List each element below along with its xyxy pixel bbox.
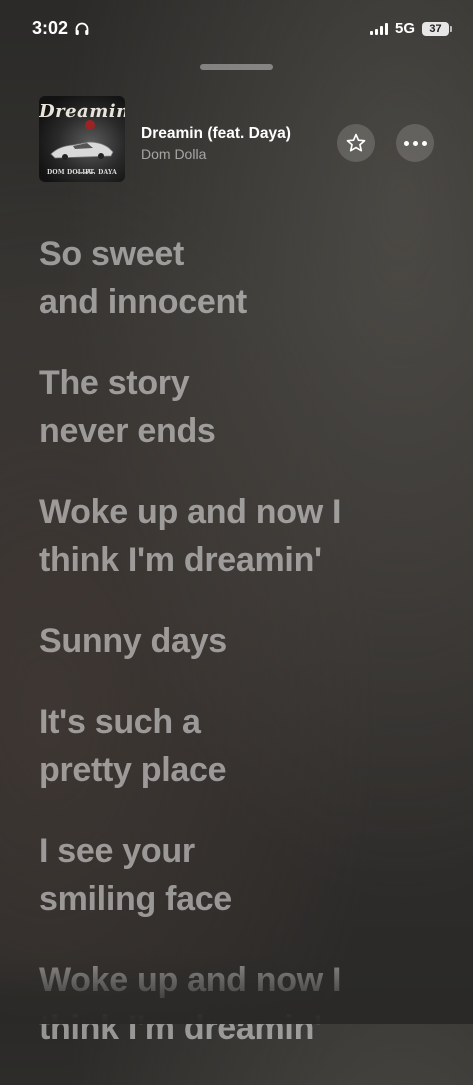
- battery-icon: 37: [422, 21, 452, 36]
- album-artwork[interactable]: Dreamin DOM DOLLA FT. DAYA: [39, 96, 125, 182]
- now-playing-header: Dreamin DOM DOLLA FT. DAYA Dreamin (feat…: [39, 96, 435, 182]
- album-art-feat: FT. DAYA: [85, 169, 117, 176]
- track-artist: Dom Dolla: [141, 146, 207, 162]
- lyric-line[interactable]: The story never ends: [39, 359, 453, 455]
- album-art-moon: [85, 120, 95, 130]
- track-info[interactable]: Dreamin (feat. Daya) Dom Dolla: [141, 125, 291, 162]
- lyric-line[interactable]: It's such a pretty place: [39, 698, 453, 794]
- lyric-line[interactable]: Woke up and now I think I'm dreamin': [39, 488, 453, 584]
- lyric-line[interactable]: So sweet and innocent: [39, 230, 453, 326]
- status-time-group: 3:02: [32, 18, 90, 39]
- status-time: 3:02: [32, 18, 69, 38]
- sheet-grabber[interactable]: [200, 64, 273, 70]
- signal-icon: [369, 22, 388, 35]
- status-right-group: 5G 37: [369, 20, 452, 37]
- headphones-icon: [74, 21, 90, 37]
- more-options-button[interactable]: [396, 124, 434, 162]
- star-icon: [346, 133, 366, 152]
- album-art-car: [50, 141, 114, 160]
- lyric-line[interactable]: I see your smiling face: [39, 827, 453, 923]
- album-art-title: Dreamin: [39, 101, 125, 122]
- ellipsis-icon: [403, 140, 427, 146]
- status-bar: 3:02 5G 37: [0, 0, 473, 60]
- track-title: Dreamin (feat. Daya): [141, 125, 291, 142]
- battery-level: 37: [429, 22, 442, 35]
- favorite-button[interactable]: [337, 124, 375, 162]
- lyric-line[interactable]: Sunny days: [39, 617, 453, 665]
- lyric-line[interactable]: Woke up and now I think I'm dreamin': [39, 956, 453, 1052]
- network-label: 5G: [394, 20, 415, 37]
- lyrics-view[interactable]: So sweet and innocent The story never en…: [39, 230, 453, 1085]
